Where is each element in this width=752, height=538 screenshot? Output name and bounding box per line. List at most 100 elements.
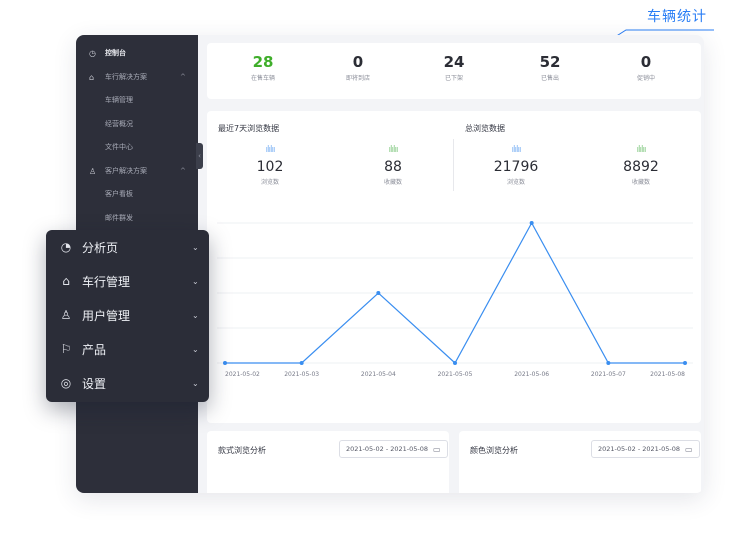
- stat-value: 28: [252, 53, 274, 71]
- data-point: [299, 361, 304, 365]
- x-tick-label: 2021-05-04: [361, 371, 396, 378]
- x-tick-label: 2021-05-07: [591, 371, 626, 378]
- x-tick-label: 2021-05-06: [514, 371, 549, 378]
- metric-value: 8892: [623, 159, 659, 175]
- settings-icon: ◎: [60, 376, 72, 390]
- sidebar-item-mass-email[interactable]: 邮件群发: [105, 211, 133, 225]
- flag-icon: ⚐: [60, 342, 72, 356]
- bar-chart-icon: ılılıı: [511, 145, 521, 155]
- metric-caption: 浏览数: [506, 179, 525, 186]
- date-range-value: 2021-05-02 - 2021-05-08: [346, 445, 429, 453]
- date-range-picker[interactable]: 2021-05-02 - 2021-05-08 ▭: [591, 440, 700, 458]
- floating-nav-menu: ◔ 分析页 ⌄ ⌂ 车行管理 ⌄ ♙ 用户管理 ⌄ ⚐ 产品 ⌄ ◎ 设置 ⌄: [46, 230, 209, 402]
- style-analysis-title: 款式浏览分析: [218, 446, 266, 455]
- metric-value: 102: [256, 159, 284, 175]
- menu-item-user-management[interactable]: ♙ 用户管理 ⌄: [46, 298, 209, 332]
- user-icon: ♙: [89, 166, 97, 176]
- callout-label: 车辆统计: [647, 9, 707, 25]
- bar-chart-icon: ılılıı: [636, 145, 646, 155]
- sidebar-item-business-overview[interactable]: 经营概况: [105, 117, 133, 131]
- user-icon: ♙: [60, 308, 72, 322]
- metric-caption: 浏览数: [260, 179, 279, 186]
- menu-item-dealer-management[interactable]: ⌂ 车行管理 ⌄: [46, 264, 209, 298]
- stat-label: 即将到店: [345, 75, 370, 82]
- style-analysis-panel: 款式浏览分析 2021-05-02 - 2021-05-08 ▭: [207, 431, 449, 493]
- menu-item-label: 产品: [82, 342, 107, 357]
- metric-total-views: ılılıı 21796 浏览数: [471, 145, 561, 186]
- chevron-down-icon: ⌄: [192, 310, 199, 320]
- pie-chart-icon: ◔: [60, 240, 72, 254]
- stat-value: 52: [539, 53, 561, 71]
- date-range-value: 2021-05-02 - 2021-05-08: [598, 445, 681, 453]
- x-tick-label: 2021-05-02: [225, 371, 260, 378]
- chevron-up-icon: ^: [180, 73, 186, 81]
- calendar-icon: ▭: [685, 444, 693, 454]
- chevron-down-icon: ⌄: [192, 378, 199, 388]
- sidebar-item-dashboard[interactable]: ◷ 控制台: [89, 46, 126, 60]
- menu-item-label: 设置: [82, 376, 107, 391]
- menu-item-label: 分析页: [82, 240, 119, 255]
- stat-promotion: 0 促销中: [598, 53, 694, 82]
- sidebar-item-label: 车行解决方案: [105, 73, 147, 81]
- stat-label: 已售出: [540, 75, 559, 82]
- menu-item-settings[interactable]: ◎ 设置 ⌄: [46, 366, 209, 400]
- stat-on-sale: 28 在售车辆: [215, 53, 311, 82]
- data-point: [529, 221, 534, 225]
- data-point: [376, 291, 381, 295]
- sidebar-group-customer-solutions[interactable]: ♙ 客户解决方案 ^: [89, 164, 186, 178]
- stat-label: 在售车辆: [250, 75, 275, 82]
- chevron-down-icon: ⌄: [192, 242, 199, 252]
- x-tick-label: 2021-05-03: [284, 371, 319, 378]
- chevron-down-icon: ⌄: [192, 276, 199, 286]
- color-analysis-title: 颜色浏览分析: [470, 446, 518, 455]
- calendar-icon: ▭: [433, 444, 441, 454]
- menu-item-products[interactable]: ⚐ 产品 ⌄: [46, 332, 209, 366]
- data-point: [683, 361, 687, 365]
- stat-label: 促销中: [636, 75, 655, 82]
- home-icon: ⌂: [62, 274, 70, 288]
- stat-value: 24: [443, 53, 465, 71]
- home-icon: ⌂: [89, 72, 95, 82]
- stats-card: 28 在售车辆 0 即将到店 24 已下架 52 已售出 0 促销中: [207, 43, 701, 99]
- sidebar-item-vehicle-management[interactable]: 车辆管理: [105, 93, 133, 107]
- sidebar-item-label: 客户解决方案: [105, 167, 147, 175]
- metric-caption: 收藏数: [631, 179, 650, 186]
- sidebar-group-dealer-solutions[interactable]: ⌂ 车行解决方案 ^: [89, 70, 186, 84]
- divider: [453, 139, 454, 191]
- x-tick-label: 2021-05-08: [650, 371, 685, 378]
- recent-browse-title: 最近7天浏览数据: [218, 124, 280, 133]
- metric-value: 88: [384, 159, 402, 175]
- sidebar-item-label: 控制台: [105, 49, 126, 57]
- chevron-up-icon: ^: [180, 167, 186, 175]
- metric-recent-favorites: ılılıı 88 收藏数: [348, 145, 438, 186]
- bar-chart-icon: ılılıı: [388, 145, 398, 155]
- date-range-picker[interactable]: 2021-05-02 - 2021-05-08 ▭: [339, 440, 448, 458]
- sidebar-item-customer-board[interactable]: 客户看板: [105, 187, 133, 201]
- stat-value: 0: [640, 53, 652, 71]
- metric-total-favorites: ılılıı 8892 收藏数: [596, 145, 686, 186]
- sidebar-collapse-button[interactable]: ‹: [196, 143, 203, 169]
- stat-value: 0: [352, 53, 364, 71]
- clock-icon: ◷: [89, 48, 96, 58]
- data-point: [223, 361, 227, 365]
- browse-data-card: 最近7天浏览数据 总浏览数据 ılılıı 102 浏览数 ılılıı 88 …: [207, 111, 701, 423]
- menu-item-label: 车行管理: [82, 274, 131, 289]
- data-point: [453, 361, 457, 365]
- stat-label: 已下架: [444, 75, 463, 82]
- sidebar-item-file-center[interactable]: 文件中心: [105, 140, 133, 154]
- stat-sold: 52 已售出: [502, 53, 598, 82]
- stat-delisted: 24 已下架: [406, 53, 502, 82]
- data-point: [606, 361, 611, 365]
- chevron-down-icon: ⌄: [192, 344, 199, 354]
- bar-chart-icon: ılılıı: [265, 145, 275, 155]
- stat-arriving: 0 即将到店: [310, 53, 406, 82]
- metric-recent-views: ılılıı 102 浏览数: [225, 145, 315, 186]
- metric-value: 21796: [493, 159, 539, 175]
- menu-item-analysis[interactable]: ◔ 分析页 ⌄: [46, 230, 209, 264]
- color-analysis-panel: 颜色浏览分析 2021-05-02 - 2021-05-08 ▭: [459, 431, 701, 493]
- x-tick-label: 2021-05-05: [438, 371, 473, 378]
- line-chart: 2021-05-02 2021-05-03 2021-05-04 2021-05-05…: [217, 221, 693, 378]
- metric-caption: 收藏数: [383, 179, 402, 186]
- total-browse-title: 总浏览数据: [465, 124, 505, 133]
- menu-item-label: 用户管理: [82, 308, 131, 323]
